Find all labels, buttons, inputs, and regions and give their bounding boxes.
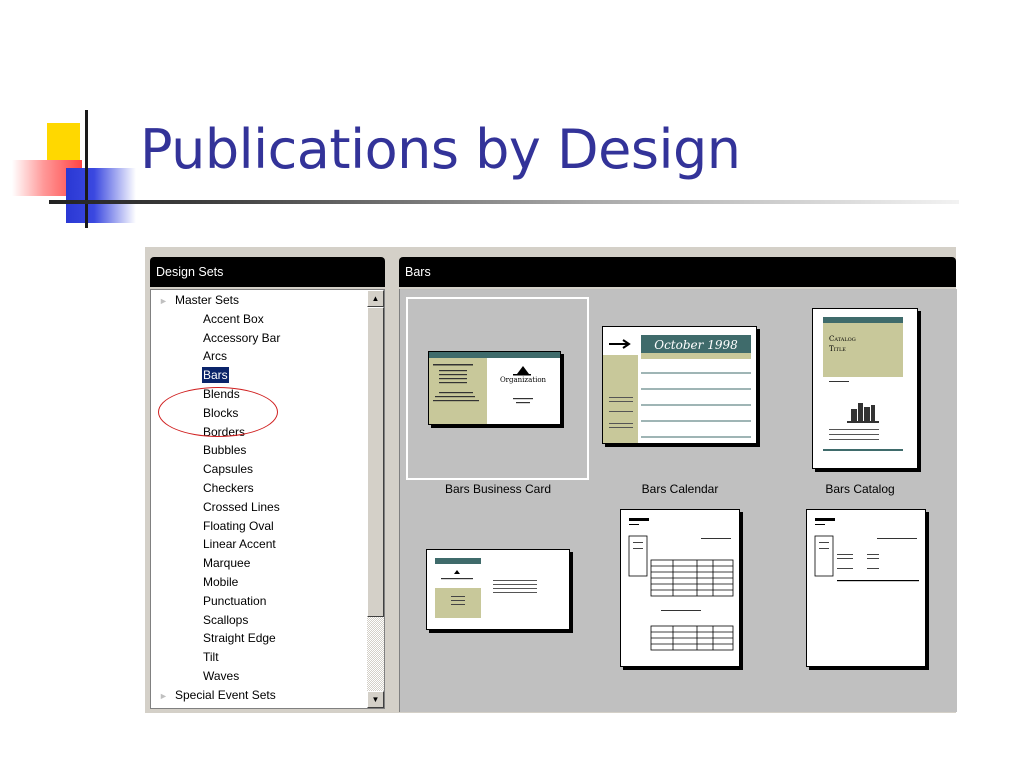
arrow-up-icon[interactable]: ▲ bbox=[367, 290, 384, 307]
tree-item[interactable]: Marquee bbox=[202, 555, 251, 571]
catalog-preview: Catalog Title bbox=[812, 308, 918, 469]
tree-item[interactable]: Crossed Lines bbox=[202, 499, 281, 515]
tree-item[interactable]: Bubbles bbox=[202, 442, 247, 458]
tile-label: Bars Calendar bbox=[641, 482, 719, 496]
catalog-art: Catalog Title bbox=[823, 317, 903, 451]
decor-title-rule bbox=[49, 200, 959, 204]
design-sets-tree[interactable]: ► Master Sets Accent Box Accessory Bar Arcs B… bbox=[150, 289, 385, 709]
tree-item[interactable]: Accent Box bbox=[202, 311, 265, 327]
business-card-art: Organization bbox=[429, 352, 560, 424]
calendar-preview: October 1998 bbox=[602, 326, 757, 444]
catalog-title-line1: Catalog bbox=[829, 335, 856, 343]
tree-scrollbar[interactable]: ▲ ▼ bbox=[367, 290, 384, 708]
card-org-text: Organization bbox=[500, 376, 547, 384]
letter-form-art bbox=[814, 518, 919, 582]
tree-item[interactable]: Bars bbox=[202, 367, 229, 384]
design-sets-pane: Design Sets ► Master Sets Accent Box Access… bbox=[150, 257, 385, 709]
catalog-title-line2: Title bbox=[829, 345, 846, 353]
calendar-art: October 1998 bbox=[603, 335, 751, 443]
tree-item[interactable]: Punctuation bbox=[202, 593, 267, 609]
gallery-tile[interactable] bbox=[770, 509, 957, 709]
gallery-tile[interactable] bbox=[590, 509, 775, 709]
invoice-preview bbox=[620, 509, 740, 667]
letter-form-preview bbox=[806, 509, 926, 667]
tree-item[interactable]: Linear Accent bbox=[202, 536, 277, 552]
tree-group[interactable]: ► Special Event Sets bbox=[159, 687, 276, 703]
tree-group[interactable]: ► Master Sets bbox=[159, 292, 239, 308]
tree-item[interactable]: Checkers bbox=[202, 480, 255, 496]
scrollbar-thumb[interactable] bbox=[367, 307, 384, 617]
annotation-circle bbox=[158, 387, 278, 437]
tree-item[interactable]: Mobile bbox=[202, 574, 239, 590]
business-card-preview: Organization bbox=[428, 351, 561, 425]
design-gallery-pane: Bars Organization Bars Business Card Oct… bbox=[399, 257, 957, 712]
publisher-dialog: Design Sets ► Master Sets Accent Box Access… bbox=[145, 247, 957, 713]
invoice-art bbox=[628, 518, 734, 651]
tree-item[interactable]: Capsules bbox=[202, 461, 254, 477]
calendar-title-text: October 1998 bbox=[654, 338, 738, 352]
tree-group-label: Special Event Sets bbox=[175, 687, 276, 702]
tree-item[interactable]: Straight Edge bbox=[202, 630, 277, 646]
tile-label: Bars Business Card bbox=[444, 482, 552, 496]
decor-vertical-line bbox=[85, 110, 88, 228]
gallery-tile[interactable]: Organization Bars Business Card bbox=[400, 289, 595, 509]
design-sets-header: Design Sets bbox=[150, 257, 385, 287]
tile-label: Bars Catalog bbox=[825, 482, 895, 496]
postcard-preview bbox=[426, 549, 570, 630]
tree-item[interactable]: Scallops bbox=[202, 612, 249, 628]
arrow-down-icon[interactable]: ▼ bbox=[367, 691, 384, 708]
slide-title: Publications by Design bbox=[140, 118, 741, 181]
postcard-art bbox=[435, 558, 537, 618]
tree-item[interactable]: Waves bbox=[202, 668, 240, 684]
decor-blue-square bbox=[66, 168, 136, 223]
gallery-tile[interactable]: Catalog Title Bars Catalog bbox=[770, 289, 957, 509]
triangle-right-icon[interactable]: ► bbox=[159, 688, 175, 704]
tree-item[interactable]: Accessory Bar bbox=[202, 330, 281, 346]
tree-item[interactable]: Tilt bbox=[202, 649, 220, 665]
triangle-right-icon[interactable]: ► bbox=[159, 293, 175, 309]
tree-item[interactable]: Floating Oval bbox=[202, 518, 275, 534]
tree-group-label: Master Sets bbox=[175, 293, 240, 307]
gallery-header: Bars bbox=[399, 257, 956, 287]
gallery-area: Organization Bars Business Card October … bbox=[399, 289, 957, 712]
tree-item[interactable]: Arcs bbox=[202, 348, 228, 364]
gallery-tile[interactable] bbox=[400, 509, 595, 709]
gallery-tile[interactable]: October 1998 Bars Calendar bbox=[590, 289, 775, 509]
